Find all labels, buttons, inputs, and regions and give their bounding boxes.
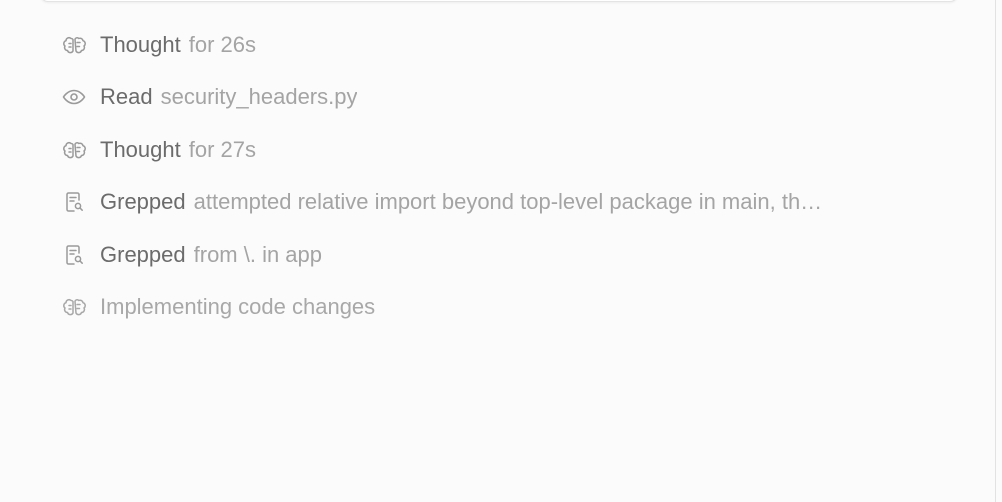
activity-step-thought[interactable]: Thought for 26s <box>62 30 942 60</box>
activity-step-thought[interactable]: Thought for 27s <box>62 135 942 165</box>
step-status-text: Implementing code changes <box>100 294 376 319</box>
panel-divider <box>995 0 996 502</box>
step-detail: for 26s <box>188 32 256 57</box>
step-detail-filename[interactable]: security_headers.py <box>161 84 358 110</box>
brain-icon <box>62 33 86 57</box>
file-search-icon <box>62 190 86 214</box>
activity-step-grep[interactable]: Grepped attempted relative import beyond… <box>62 187 942 217</box>
activity-step-read[interactable]: Read security_headers.py <box>62 82 942 112</box>
previous-message-card <box>40 0 958 2</box>
step-verb: Read <box>100 84 153 109</box>
step-verb: Thought <box>100 137 181 162</box>
step-verb: Thought <box>100 32 181 57</box>
brain-icon <box>62 295 86 319</box>
eye-icon <box>62 85 86 109</box>
brain-icon <box>62 138 86 162</box>
step-detail: for 27s <box>188 137 256 162</box>
step-detail-query: attempted relative import beyond top-lev… <box>193 189 823 214</box>
step-verb: Grepped <box>100 242 186 267</box>
step-detail-query: from \. in app <box>193 242 323 267</box>
activity-step-grep[interactable]: Grepped from \. in app <box>62 240 942 270</box>
file-search-icon <box>62 243 86 267</box>
activity-step-thinking-in-progress: Implementing code changes <box>62 292 942 322</box>
step-verb: Grepped <box>100 189 186 214</box>
